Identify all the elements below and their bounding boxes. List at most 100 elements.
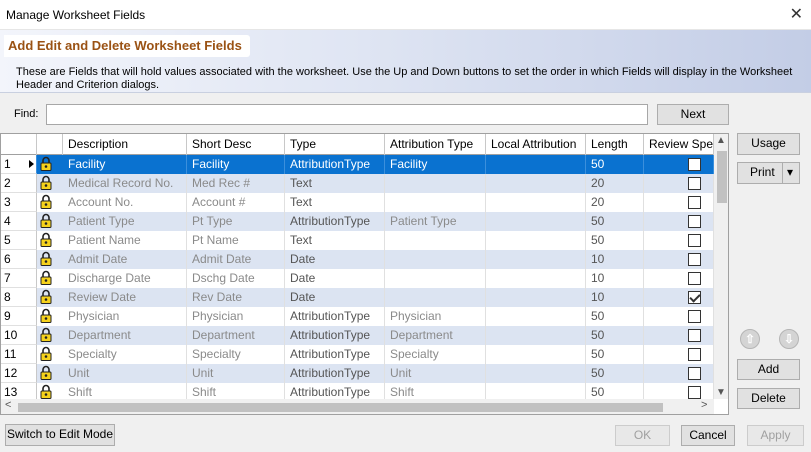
cell-short[interactable]: Pt Type xyxy=(187,212,285,231)
cell-description[interactable]: Discharge Date xyxy=(63,269,187,288)
row-number[interactable]: 7 xyxy=(1,269,37,288)
row-number[interactable]: 3 xyxy=(1,193,37,212)
review-spec-checkbox[interactable] xyxy=(688,348,701,361)
row-number[interactable]: 4 xyxy=(1,212,37,231)
cell-description[interactable]: Specialty xyxy=(63,345,187,364)
cell-short[interactable]: Specialty xyxy=(187,345,285,364)
cell-description[interactable]: Review Date xyxy=(63,288,187,307)
review-spec-checkbox[interactable] xyxy=(688,386,701,399)
scroll-down-icon[interactable]: ▼ xyxy=(716,387,726,398)
cell-attr[interactable] xyxy=(385,288,486,307)
row-number[interactable]: 12 xyxy=(1,364,37,383)
move-up-button[interactable]: ⇧ xyxy=(736,327,764,351)
cell-description[interactable]: Unit xyxy=(63,364,187,383)
cell-type[interactable]: Date xyxy=(285,250,385,269)
vertical-scrollbar[interactable]: ▲ ▼ xyxy=(714,134,728,399)
review-spec-checkbox[interactable] xyxy=(688,272,701,285)
usage-button[interactable]: Usage xyxy=(737,133,800,155)
cell-description[interactable]: Department xyxy=(63,326,187,345)
cell-short[interactable]: Med Rec # xyxy=(187,174,285,193)
table-row[interactable]: 2 Medical Record No. Med Rec # Text 20 xyxy=(1,174,714,193)
cell-type[interactable]: AttributionType xyxy=(285,212,385,231)
cell-short[interactable]: Dschg Date xyxy=(187,269,285,288)
table-row[interactable]: 1 Facility Facility AttributionType Facility… xyxy=(1,155,714,174)
cell-attr[interactable]: Patient Type xyxy=(385,212,486,231)
cancel-button[interactable]: Cancel xyxy=(681,425,735,446)
ok-button[interactable]: OK xyxy=(615,425,670,446)
cell-type[interactable]: Text xyxy=(285,174,385,193)
scroll-left-icon[interactable]: < xyxy=(5,399,11,411)
review-spec-checkbox[interactable] xyxy=(688,177,701,190)
column-header-short-desc[interactable]: Short Desc xyxy=(187,134,285,155)
cell-attr[interactable]: Facility xyxy=(385,155,486,174)
cell-type[interactable]: Date xyxy=(285,288,385,307)
row-number[interactable]: 2 xyxy=(1,174,37,193)
cell-description[interactable]: Patient Type xyxy=(63,212,187,231)
cell-length[interactable]: 50 xyxy=(586,326,644,345)
review-spec-checkbox[interactable] xyxy=(688,329,701,342)
column-header-review-spec[interactable]: Review Spec xyxy=(644,134,714,155)
review-spec-checkbox[interactable] xyxy=(688,158,701,171)
cell-attr[interactable]: Unit xyxy=(385,364,486,383)
cell-description[interactable]: Physician xyxy=(63,307,187,326)
row-number[interactable]: 5 xyxy=(1,231,37,250)
table-row[interactable]: 10 Department Department AttributionType Dep… xyxy=(1,326,714,345)
cell-length[interactable]: 10 xyxy=(586,250,644,269)
table-row[interactable]: 5 Patient Name Pt Name Text 50 xyxy=(1,231,714,250)
print-dropdown-icon[interactable]: ▾ xyxy=(787,163,793,182)
row-number[interactable]: 10 xyxy=(1,326,37,345)
table-row[interactable]: 3 Account No. Account # Text 20 xyxy=(1,193,714,212)
row-number[interactable]: 9 xyxy=(1,307,37,326)
cell-local[interactable] xyxy=(486,326,586,345)
cell-description[interactable]: Admit Date xyxy=(63,250,187,269)
vertical-scroll-thumb[interactable] xyxy=(717,151,727,203)
cell-type[interactable]: AttributionType xyxy=(285,326,385,345)
cell-description[interactable]: Medical Record No. xyxy=(63,174,187,193)
review-spec-checkbox[interactable] xyxy=(688,196,701,209)
table-row[interactable]: 11 Specialty Specialty AttributionType Speci… xyxy=(1,345,714,364)
cell-length[interactable]: 10 xyxy=(586,288,644,307)
cell-attr[interactable]: Specialty xyxy=(385,345,486,364)
cell-short[interactable]: Unit xyxy=(187,364,285,383)
cell-local[interactable] xyxy=(486,269,586,288)
cell-local[interactable] xyxy=(486,212,586,231)
table-row[interactable]: 9 Physician Physician AttributionType Physic… xyxy=(1,307,714,326)
cell-length[interactable]: 50 xyxy=(586,345,644,364)
cell-attr[interactable] xyxy=(385,174,486,193)
cell-local[interactable] xyxy=(486,345,586,364)
cell-length[interactable]: 20 xyxy=(586,193,644,212)
review-spec-checkbox[interactable] xyxy=(688,253,701,266)
cell-length[interactable]: 50 xyxy=(586,231,644,250)
column-header-length[interactable]: Length xyxy=(586,134,644,155)
cell-type[interactable]: AttributionType xyxy=(285,364,385,383)
horizontal-scroll-thumb[interactable] xyxy=(18,403,663,412)
cell-short[interactable]: Facility xyxy=(187,155,285,174)
switch-to-edit-mode-button[interactable]: Switch to Edit Mode xyxy=(5,424,115,446)
row-number[interactable]: 8 xyxy=(1,288,37,307)
table-row[interactable]: 6 Admit Date Admit Date Date 10 xyxy=(1,250,714,269)
next-button[interactable]: Next xyxy=(657,104,729,125)
cell-attr[interactable] xyxy=(385,269,486,288)
apply-button[interactable]: Apply xyxy=(747,425,804,446)
close-icon[interactable]: ✕ xyxy=(790,4,803,24)
cell-short[interactable]: Department xyxy=(187,326,285,345)
cell-description[interactable]: Facility xyxy=(63,155,187,174)
cell-local[interactable] xyxy=(486,155,586,174)
cell-attr[interactable] xyxy=(385,250,486,269)
table-row[interactable]: 4 Patient Type Pt Type AttributionType Patie… xyxy=(1,212,714,231)
cell-length[interactable]: 10 xyxy=(586,269,644,288)
cell-local[interactable] xyxy=(486,193,586,212)
cell-local[interactable] xyxy=(486,364,586,383)
cell-local[interactable] xyxy=(486,307,586,326)
cell-short[interactable]: Rev Date xyxy=(187,288,285,307)
cell-length[interactable]: 50 xyxy=(586,155,644,174)
horizontal-scrollbar[interactable]: < > xyxy=(1,399,714,414)
cell-length[interactable]: 20 xyxy=(586,174,644,193)
row-number[interactable]: 6 xyxy=(1,250,37,269)
cell-local[interactable] xyxy=(486,174,586,193)
review-spec-checkbox[interactable] xyxy=(688,310,701,323)
cell-attr[interactable] xyxy=(385,231,486,250)
table-row[interactable]: 12 Unit Unit AttributionType Unit 50 xyxy=(1,364,714,383)
column-header-attribution-type[interactable]: Attribution Type xyxy=(385,134,486,155)
cell-short[interactable]: Account # xyxy=(187,193,285,212)
